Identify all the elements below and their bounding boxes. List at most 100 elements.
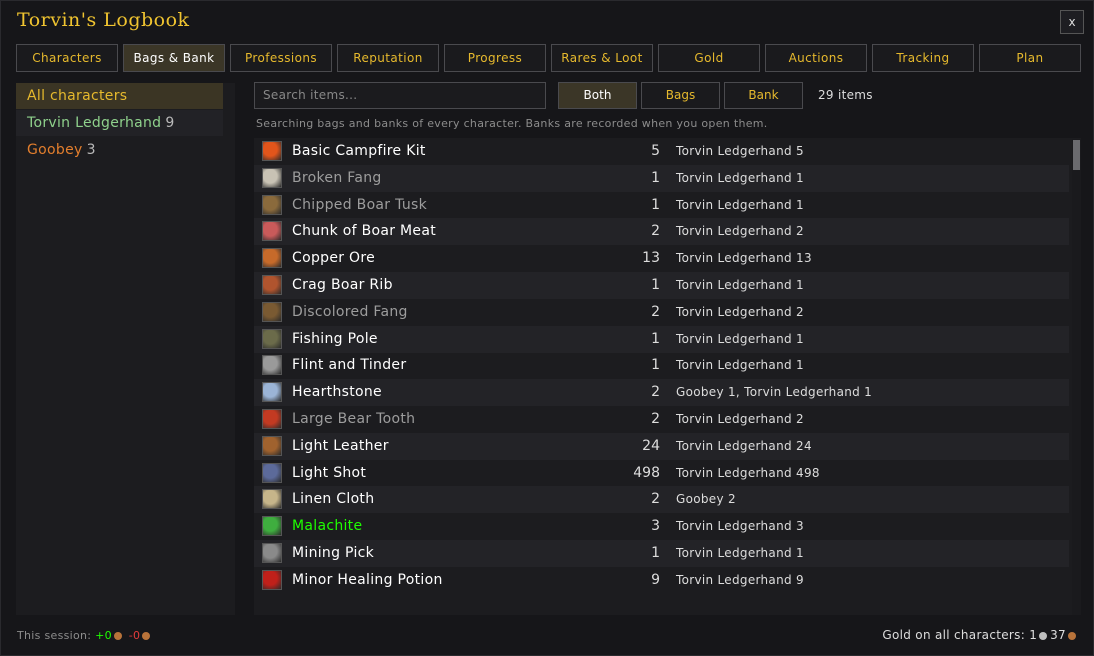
search-input[interactable]: Search items... <box>254 82 546 109</box>
fang-icon <box>262 301 282 322</box>
tab-auctions[interactable]: Auctions <box>765 44 867 72</box>
item-quantity: 1 <box>651 169 660 186</box>
item-name[interactable]: Broken Fang <box>292 165 382 192</box>
copper-coin-icon <box>142 632 151 640</box>
item-list: Basic Campfire Kit 5 Torvin Ledgerhand 5 Br… <box>254 138 1081 615</box>
item-owners: Torvin Ledgerhand 13 <box>676 251 812 266</box>
item-owners: Torvin Ledgerhand 2 <box>676 224 804 239</box>
sidebar-item-goobey[interactable]: Goobey 3 <box>16 137 223 163</box>
gold-label: Gold on all characters: <box>882 628 1026 642</box>
cloth-icon <box>262 489 282 510</box>
table-row[interactable]: Chunk of Boar Meat 2 Torvin Ledgerhand 2 <box>254 218 1069 246</box>
close-button[interactable]: x <box>1060 10 1084 34</box>
item-name[interactable]: Flint and Tinder <box>292 352 406 379</box>
item-name[interactable]: Crag Boar Rib <box>292 272 393 299</box>
tab-reputation[interactable]: Reputation <box>337 44 439 72</box>
item-quantity: 2 <box>651 223 660 240</box>
item-name[interactable]: Hearthstone <box>292 379 382 406</box>
scrollbar-thumb[interactable] <box>1073 140 1080 170</box>
table-row[interactable]: Broken Fang 1 Torvin Ledgerhand 1 <box>254 164 1069 192</box>
item-name[interactable]: Light Leather <box>292 433 389 460</box>
copper-coin-icon <box>113 632 122 640</box>
item-name[interactable]: Linen Cloth <box>292 486 374 513</box>
gold-copper-amount: 37 <box>1050 628 1066 642</box>
item-quantity: 1 <box>651 277 660 293</box>
item-quantity: 9 <box>651 571 660 588</box>
sidebar-item-count: 9 <box>165 115 175 131</box>
item-name[interactable]: Light Shot <box>292 460 366 487</box>
table-row[interactable]: Large Bear Tooth 2 Torvin Ledgerhand 2 <box>254 406 1069 433</box>
table-row[interactable]: Basic Campfire Kit 5 Torvin Ledgerhand 5 <box>254 138 1069 165</box>
item-owners: Goobey 2 <box>676 492 736 507</box>
item-quantity: 2 <box>651 411 660 427</box>
tab-tracking[interactable]: Tracking <box>872 44 974 72</box>
item-name[interactable]: Copper Ore <box>292 245 375 272</box>
item-name[interactable]: Chunk of Boar Meat <box>292 218 436 245</box>
window-title: Torvin's Logbook <box>17 9 190 31</box>
table-row[interactable]: Crag Boar Rib 1 Torvin Ledgerhand 1 <box>254 272 1069 299</box>
item-name[interactable]: Malachite <box>292 513 362 540</box>
item-quantity: 1 <box>651 196 660 213</box>
flint-icon <box>262 355 282 376</box>
item-owners: Torvin Ledgerhand 9 <box>676 572 804 587</box>
table-row[interactable]: Flint and Tinder 1 Torvin Ledgerhand 1 <box>254 352 1069 379</box>
item-name[interactable]: Basic Campfire Kit <box>292 138 426 165</box>
item-quantity: 2 <box>651 303 660 320</box>
pick-icon <box>262 543 282 563</box>
filter-bags-button[interactable]: Bags <box>641 82 720 109</box>
table-row[interactable]: Fishing Pole 1 Torvin Ledgerhand 1 <box>254 325 1069 353</box>
item-name[interactable]: Minor Healing Potion <box>292 567 443 594</box>
table-row[interactable]: Linen Cloth 2 Goobey 2 <box>254 486 1069 514</box>
tusk-icon <box>262 194 282 215</box>
table-row[interactable]: Light Leather 24 Torvin Ledgerhand 24 <box>254 432 1069 460</box>
filter-both-button[interactable]: Both <box>558 82 637 109</box>
sidebar-item-torvin-ledgerhand[interactable]: Torvin Ledgerhand 9 <box>16 110 223 136</box>
table-row[interactable]: Light Shot 498 Torvin Ledgerhand 498 <box>254 460 1069 487</box>
item-name[interactable]: Fishing Pole <box>292 326 378 353</box>
table-row[interactable]: Hearthstone 2 Goobey 1, Torvin Ledgerhand … <box>254 379 1069 407</box>
tab-bags-bank[interactable]: Bags & Bank <box>123 44 225 72</box>
gem-icon <box>262 516 282 537</box>
session-loss: -0 <box>128 629 141 642</box>
tooth-icon <box>262 409 282 429</box>
item-name[interactable]: Large Bear Tooth <box>292 406 415 433</box>
table-row[interactable]: Minor Healing Potion 9 Torvin Ledgerhand 9 <box>254 567 1069 594</box>
item-owners: Goobey 1, Torvin Ledgerhand 1 <box>676 385 873 400</box>
item-name[interactable]: Discolored Fang <box>292 299 408 326</box>
tab-gold[interactable]: Gold <box>658 44 760 72</box>
table-row[interactable]: Chipped Boar Tusk 1 Torvin Ledgerhand 1 <box>254 192 1069 219</box>
gold-summary: Gold on all characters: 1 37 <box>882 628 1079 642</box>
tab-progress[interactable]: Progress <box>444 44 546 72</box>
item-owners: Torvin Ledgerhand 2 <box>676 412 804 426</box>
table-row[interactable]: Copper Ore 13 Torvin Ledgerhand 13 <box>254 245 1069 272</box>
sidebar-item-label: All characters <box>27 88 128 104</box>
tab-bar: Characters Bags & Bank Professions Reputati… <box>16 44 1082 72</box>
tab-rares-loot[interactable]: Rares & Loot <box>551 44 653 72</box>
item-owners: Torvin Ledgerhand 2 <box>676 304 804 319</box>
table-row[interactable]: Mining Pick 1 Torvin Ledgerhand 1 <box>254 540 1069 567</box>
gold-silver-amount: 1 <box>1029 628 1038 642</box>
item-list-scrollbar[interactable] <box>1072 139 1081 615</box>
tab-professions[interactable]: Professions <box>230 44 332 72</box>
hearthstone-icon <box>262 382 282 403</box>
table-row[interactable]: Malachite 3 Torvin Ledgerhand 3 <box>254 513 1069 540</box>
filter-bank-button[interactable]: Bank <box>724 82 803 109</box>
table-row[interactable]: Discolored Fang 2 Torvin Ledgerhand 2 <box>254 299 1069 326</box>
item-name[interactable]: Mining Pick <box>292 540 374 567</box>
item-quantity: 3 <box>651 518 660 535</box>
leather-icon <box>262 435 282 456</box>
sidebar-item-all-characters[interactable]: All characters <box>16 83 223 109</box>
item-owners: Torvin Ledgerhand 1 <box>676 331 804 346</box>
item-quantity: 2 <box>651 384 660 401</box>
item-quantity: 24 <box>642 437 660 454</box>
tab-characters[interactable]: Characters <box>16 44 118 72</box>
tab-plan[interactable]: Plan <box>979 44 1081 72</box>
ore-icon <box>262 248 282 269</box>
item-name[interactable]: Chipped Boar Tusk <box>292 192 427 219</box>
item-quantity: 1 <box>651 330 660 347</box>
item-quantity: 5 <box>651 143 660 159</box>
session-gain: +0 <box>95 629 112 642</box>
item-owners: Torvin Ledgerhand 1 <box>676 197 804 212</box>
session-label: This session: <box>17 629 92 642</box>
fang-icon <box>262 167 282 188</box>
